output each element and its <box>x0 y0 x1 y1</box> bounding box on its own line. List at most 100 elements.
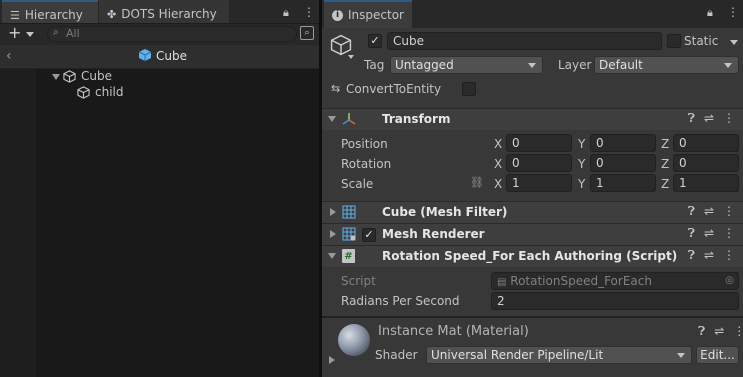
mesh-renderer-enabled-checkbox[interactable]: ✓ <box>362 228 376 242</box>
position-x-field[interactable]: 0 <box>506 134 572 152</box>
fold-closed-icon[interactable] <box>330 230 336 238</box>
axis-z-label: Z <box>661 157 670 171</box>
back-arrow-icon[interactable]: ‹ <box>6 48 12 64</box>
gameobject-cube-icon[interactable] <box>330 34 352 56</box>
mesh-filter-header[interactable]: Cube (Mesh Filter) ❓︎ ⇌ ⋮ <box>322 201 743 223</box>
shader-dropdown[interactable]: Universal Render Pipeline/Lit <box>426 346 692 364</box>
layer-dropdown[interactable]: Default <box>594 56 739 74</box>
static-checkbox[interactable] <box>667 34 681 48</box>
mesh-renderer-header-icons: ❓︎ ⇌ ⋮ <box>688 226 735 241</box>
transform-header-icons: ❓︎ ⇌ ⋮ <box>688 111 735 126</box>
scale-z-field[interactable]: 1 <box>673 174 739 192</box>
scale-y-field[interactable]: 1 <box>590 174 656 192</box>
chevron-down-icon <box>724 63 732 68</box>
fold-open-icon[interactable] <box>52 74 60 80</box>
script-object-field[interactable]: ▤ RotationSpeed_ForEach ◎ <box>491 272 739 290</box>
script-component-title: Rotation Speed_For Each Authoring (Scrip… <box>382 249 678 263</box>
more-options-icon[interactable]: ⋮ <box>303 5 315 19</box>
material-header-icons: ❓︎ ⇌ ⋮ <box>698 324 743 339</box>
rotation-y-field[interactable]: 0 <box>590 154 656 172</box>
rotation-x-field[interactable]: 0 <box>506 154 572 172</box>
list-icon: ☰ <box>10 8 20 22</box>
mesh-renderer-icon <box>342 227 356 241</box>
constrain-proportions-icon[interactable]: ⛓︎ <box>470 176 484 189</box>
rotation-label: Rotation <box>341 157 392 171</box>
dots-icon: ✤ <box>107 7 117 21</box>
static-dropdown-arrow-icon[interactable] <box>730 40 738 45</box>
help-icon[interactable]: ❓︎ <box>688 204 695 219</box>
presets-icon[interactable]: ⇌ <box>704 204 714 219</box>
icon-dropdown-arrow-icon[interactable] <box>348 55 354 59</box>
axis-z-label: Z <box>661 137 670 151</box>
script-value: RotationSpeed_ForEach <box>510 274 652 288</box>
axis-x-label: X <box>494 137 503 151</box>
tree-gutter <box>0 69 36 377</box>
fold-closed-icon[interactable] <box>330 208 336 216</box>
position-z-field[interactable]: 0 <box>673 134 739 152</box>
tab-dots-hierarchy-label: DOTS Hierarchy <box>121 7 217 21</box>
edit-button-label: Edit... <box>700 348 735 362</box>
tab-inspector[interactable]: i Inspector <box>324 0 412 28</box>
lock-icon[interactable]: 🔒︎ <box>283 6 289 20</box>
position-y-field[interactable]: 0 <box>590 134 656 152</box>
shader-label: Shader <box>375 348 418 362</box>
more-options-icon[interactable]: ⋮ <box>723 111 735 126</box>
presets-icon[interactable]: ⇌ <box>704 226 714 241</box>
more-options-icon[interactable]: ⋮ <box>723 248 735 263</box>
shader-value: Universal Render Pipeline/Lit <box>431 348 604 362</box>
tab-inspector-label: Inspector <box>348 8 404 22</box>
axis-x-label: X <box>494 157 503 171</box>
script-header[interactable]: # Rotation Speed_For Each Authoring (Scr… <box>322 245 743 267</box>
more-options-icon[interactable]: ⋮ <box>727 5 739 19</box>
chevron-down-icon <box>528 63 536 68</box>
chevron-down-icon <box>677 353 685 358</box>
help-icon[interactable]: ❓︎ <box>688 226 695 241</box>
more-options-icon[interactable]: ⋮ <box>723 226 735 241</box>
tab-hierarchy-label: Hierarchy <box>24 8 83 22</box>
presets-icon[interactable]: ⇌ <box>704 111 714 126</box>
more-options-icon[interactable]: ⋮ <box>733 324 743 339</box>
presets-icon[interactable]: ⇌ <box>704 248 714 263</box>
search-options-icon[interactable]: ⌕ <box>300 26 314 40</box>
cube-icon <box>63 70 76 83</box>
more-options-icon[interactable]: ⋮ <box>723 204 735 219</box>
help-icon[interactable]: ❓︎ <box>698 324 705 339</box>
tree-row-child[interactable]: child <box>36 85 319 101</box>
axis-x-label: X <box>494 177 503 191</box>
mesh-filter-header-icons: ❓︎ ⇌ ⋮ <box>688 204 735 219</box>
material-sphere-icon <box>338 324 370 356</box>
mesh-renderer-title: Mesh Renderer <box>382 227 485 241</box>
object-picker-icon[interactable]: ◎ <box>725 273 734 289</box>
active-checkbox[interactable]: ✓ <box>368 34 382 48</box>
help-icon[interactable]: ❓︎ <box>688 248 695 263</box>
search-input[interactable]: ⌕ All <box>47 26 297 42</box>
presets-icon[interactable]: ⇌ <box>714 324 724 339</box>
transform-axes-icon <box>342 112 356 126</box>
tree-row-cube[interactable]: Cube <box>36 69 319 85</box>
script-header-icons: ❓︎ ⇌ ⋮ <box>688 248 735 263</box>
fold-open-icon[interactable] <box>328 116 336 122</box>
tree-item-label: child <box>95 85 124 99</box>
radians-field[interactable]: 2 <box>491 292 739 310</box>
edit-shader-button[interactable]: Edit... <box>696 346 739 364</box>
add-button[interactable]: + <box>8 23 21 42</box>
transform-header[interactable]: Transform ❓︎ ⇌ ⋮ <box>322 108 743 130</box>
tag-dropdown[interactable]: Untagged <box>390 56 543 74</box>
position-label: Position <box>341 137 388 151</box>
script-label: Script <box>341 274 376 288</box>
scale-x-field[interactable]: 1 <box>506 174 572 192</box>
radians-label: Radians Per Second <box>341 294 460 308</box>
scene-header[interactable]: ‹ Cube <box>0 45 319 69</box>
object-name-field[interactable]: Cube <box>387 32 662 50</box>
help-icon[interactable]: ❓︎ <box>688 111 695 126</box>
fold-open-icon[interactable] <box>328 253 336 259</box>
rotation-z-field[interactable]: 0 <box>673 154 739 172</box>
fold-closed-icon[interactable] <box>329 356 335 364</box>
static-label: Static <box>684 34 719 48</box>
add-dropdown-arrow-icon[interactable] <box>26 32 34 37</box>
convert-arrows-icon: ⇆ <box>331 82 341 95</box>
tree-item-label: Cube <box>81 69 112 83</box>
mesh-renderer-header[interactable]: ✓ Mesh Renderer ❓︎ ⇌ ⋮ <box>322 223 743 245</box>
convert-checkbox[interactable] <box>462 82 476 96</box>
lock-icon[interactable]: 🔒︎ <box>707 6 713 20</box>
